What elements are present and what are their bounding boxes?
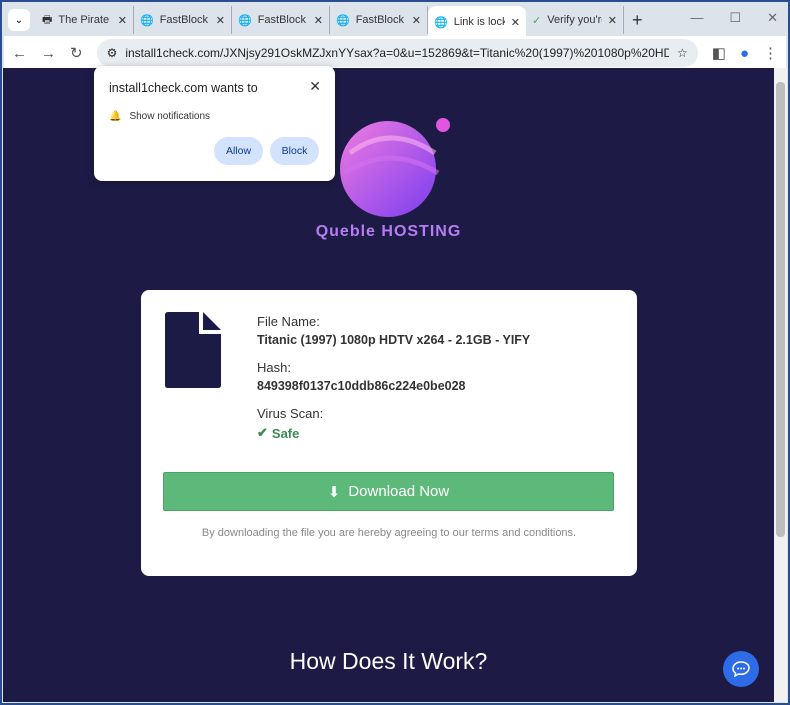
forward-button[interactable]: → (41, 45, 56, 62)
tab[interactable]: 🌐 FastBlock ✕ (134, 6, 232, 34)
brand-name: Queble HOSTING (315, 223, 462, 240)
hash-label: Hash: (257, 360, 291, 375)
close-tab-icon[interactable]: ✕ (511, 16, 520, 29)
hash-value: 849398f0137c10ddb86c224e0be028 (257, 379, 466, 393)
terms-text: By downloading the file you are hereby a… (201, 527, 577, 539)
close-tab-icon[interactable]: ✕ (118, 14, 127, 27)
side-panel-icon[interactable]: ◧ (712, 44, 726, 62)
globe-icon: 🌐 (434, 16, 448, 29)
reload-button[interactable]: ↻ (70, 44, 83, 62)
checkmark-icon: ✓ (532, 14, 542, 27)
address-bar[interactable]: ⚙ install1check.com/JXNjsy291OskMZJxnYYs… (96, 39, 698, 67)
close-tab-icon[interactable]: ✕ (412, 14, 421, 27)
tab-label: The Pirate B (58, 14, 111, 26)
permission-text: Show notifications (129, 111, 211, 122)
tab[interactable]: 🌐 FastBlock ✕ (232, 6, 330, 34)
tab-bar: ⌄ 🖶 The Pirate B ✕ 🌐 FastBlock ✕ 🌐 FastBlock ✕… (2, 2, 682, 38)
profile-avatar[interactable]: ● (740, 45, 749, 62)
tab-label: FastBlock (355, 14, 404, 26)
maximize-button[interactable]: ☐ (729, 10, 741, 26)
download-icon: ⬇ (327, 483, 341, 501)
back-button[interactable]: ← (12, 45, 27, 62)
chat-bubble-icon (732, 661, 750, 677)
tab-label: FastBlock (257, 14, 306, 26)
close-window-button[interactable]: ✕ (767, 10, 778, 26)
globe-icon: 🌐 (336, 14, 350, 27)
bell-icon: 🔔 (109, 111, 122, 122)
bookmark-star-icon[interactable]: ☆ (677, 46, 688, 60)
notification-permission-popup: install1check.com wants to ✕ 🔔 Show notif… (94, 66, 335, 181)
chat-button[interactable] (723, 651, 759, 687)
virus-scan-label: Virus Scan: (257, 406, 324, 421)
close-tab-icon[interactable]: ✕ (216, 14, 225, 27)
download-label: Download Now (348, 483, 450, 500)
site-settings-icon[interactable]: ⚙ (107, 46, 118, 60)
download-button[interactable]: ⬇ Download Now (163, 472, 614, 511)
globe-icon: 🌐 (238, 14, 252, 27)
scrollbar-thumb[interactable] (776, 82, 785, 537)
file-card: File Name: Titanic (1997) 1080p HDTV x26… (141, 290, 637, 576)
tab[interactable]: 🖶 The Pirate B ✕ (36, 6, 134, 34)
block-button[interactable]: Block (270, 137, 319, 165)
file-name: Titanic (1997) 1080p HDTV x264 - 2.1GB -… (257, 333, 531, 347)
tab-active[interactable]: 🌐 Link is locked ✕ (428, 6, 526, 38)
popup-title: install1check.com wants to (109, 81, 258, 95)
new-tab-button[interactable]: + (632, 10, 643, 31)
pirate-ship-icon: 🖶 (42, 13, 53, 26)
tab-label: FastBlock (159, 14, 208, 26)
scrollbar[interactable] (774, 68, 787, 702)
close-tab-icon[interactable]: ✕ (608, 14, 617, 27)
globe-icon: 🌐 (140, 14, 154, 27)
toolbar: ← → ↻ ⚙ install1check.com/JXNjsy291OskMZ… (4, 36, 786, 70)
queble-logo (340, 118, 450, 217)
check-circle-icon: ✔ (257, 425, 268, 440)
tab-label: Link is locked (453, 16, 505, 28)
allow-button[interactable]: Allow (214, 137, 263, 165)
url-text[interactable]: install1check.com/JXNjsy291OskMZJxnYYsax… (125, 46, 669, 60)
tab-search-button[interactable]: ⌄ (8, 9, 30, 31)
close-tab-icon[interactable]: ✕ (314, 14, 323, 27)
virus-scan-status: Safe (271, 425, 300, 441)
minimize-button[interactable]: — (690, 10, 703, 26)
close-icon[interactable]: ✕ (309, 78, 321, 95)
tab[interactable]: 🌐 FastBlock ✕ (330, 6, 428, 34)
how-it-works-heading: How Does It Work? (289, 648, 488, 674)
menu-icon[interactable]: ⋮ (763, 44, 778, 62)
tab-label: Verify you're (547, 14, 602, 26)
file-name-label: File Name: (257, 314, 320, 329)
tab[interactable]: ✓ Verify you're ✕ (526, 6, 624, 34)
file-icon (165, 312, 221, 388)
